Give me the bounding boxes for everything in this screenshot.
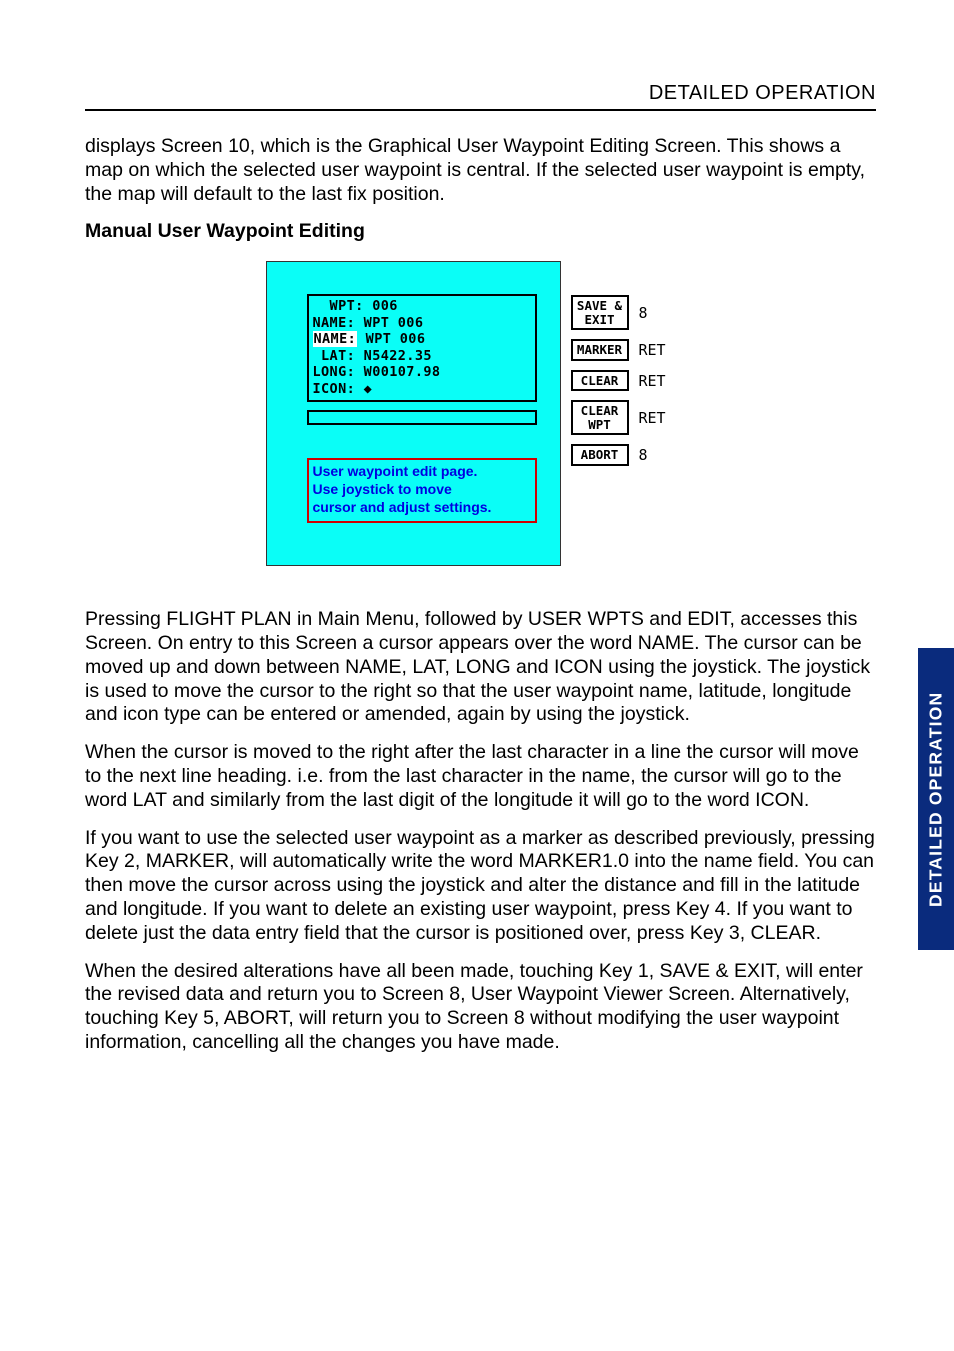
lcd-help-line2: Use joystick to move: [313, 481, 531, 499]
softkey-row-5: ABORT 8: [571, 444, 696, 466]
section-heading: Manual User Waypoint Editing: [85, 220, 876, 243]
header-rule: [85, 109, 876, 111]
softkey-row-2: MARKER RET: [571, 339, 696, 361]
softkey-column: SAVE & EXIT 8 MARKER RET CLEAR RET CLEAR…: [561, 261, 696, 566]
marker-button[interactable]: MARKER: [571, 339, 629, 361]
softkey-return-3: RET: [639, 372, 666, 390]
softkey-row-1: SAVE & EXIT 8: [571, 295, 696, 330]
softkey-return-1: 8: [639, 304, 648, 322]
lcd-name-line: NAME: WPT 006: [313, 315, 531, 331]
lcd-long-line: LONG: W00107.98: [313, 364, 531, 380]
lcd-screen: WPT: 006 NAME: WPT 006 NAME: WPT 006 LAT…: [266, 261, 561, 566]
lcd-help-line1: User waypoint edit page.: [313, 463, 531, 481]
abort-button[interactable]: ABORT: [571, 444, 629, 466]
lcd-name2-value: WPT 006: [357, 331, 425, 347]
lcd-icon-line: ICON: ◆: [313, 381, 531, 397]
lcd-help-box: User waypoint edit page. Use joystick to…: [307, 458, 537, 523]
lcd-help-line3: cursor and adjust settings.: [313, 499, 531, 517]
intro-paragraph: displays Screen 10, which is the Graphic…: [85, 135, 876, 206]
softkey-row-4: CLEAR WPT RET: [571, 400, 696, 435]
lcd-wpt-line: WPT: 006: [313, 298, 531, 314]
softkey-return-5: 8: [639, 446, 648, 464]
figure-container: WPT: 006 NAME: WPT 006 NAME: WPT 006 LAT…: [85, 261, 876, 566]
clear-wpt-button[interactable]: CLEAR WPT: [571, 400, 629, 435]
paragraph-4: When the desired alterations have all be…: [85, 960, 876, 1055]
lcd-name2-line: NAME: WPT 006: [313, 331, 531, 347]
clear-button[interactable]: CLEAR: [571, 370, 629, 392]
header-section-label: DETAILED OPERATION: [85, 82, 876, 105]
softkey-return-4: RET: [639, 409, 666, 427]
paragraph-1: Pressing FLIGHT PLAN in Main Menu, follo…: [85, 608, 876, 727]
paragraph-3: If you want to use the selected user way…: [85, 827, 876, 946]
lcd-lat-line: LAT: N5422.35: [313, 348, 531, 364]
lcd-cursor-row: [307, 410, 537, 425]
lcd-data-box: WPT: 006 NAME: WPT 006 NAME: WPT 006 LAT…: [307, 294, 537, 402]
softkey-return-2: RET: [639, 341, 666, 359]
softkey-row-3: CLEAR RET: [571, 370, 696, 392]
save-exit-button[interactable]: SAVE & EXIT: [571, 295, 629, 330]
lcd-name2-label-highlight: NAME:: [313, 331, 358, 347]
side-tab: DETAILED OPERATION: [918, 648, 954, 950]
paragraph-2: When the cursor is moved to the right af…: [85, 741, 876, 812]
